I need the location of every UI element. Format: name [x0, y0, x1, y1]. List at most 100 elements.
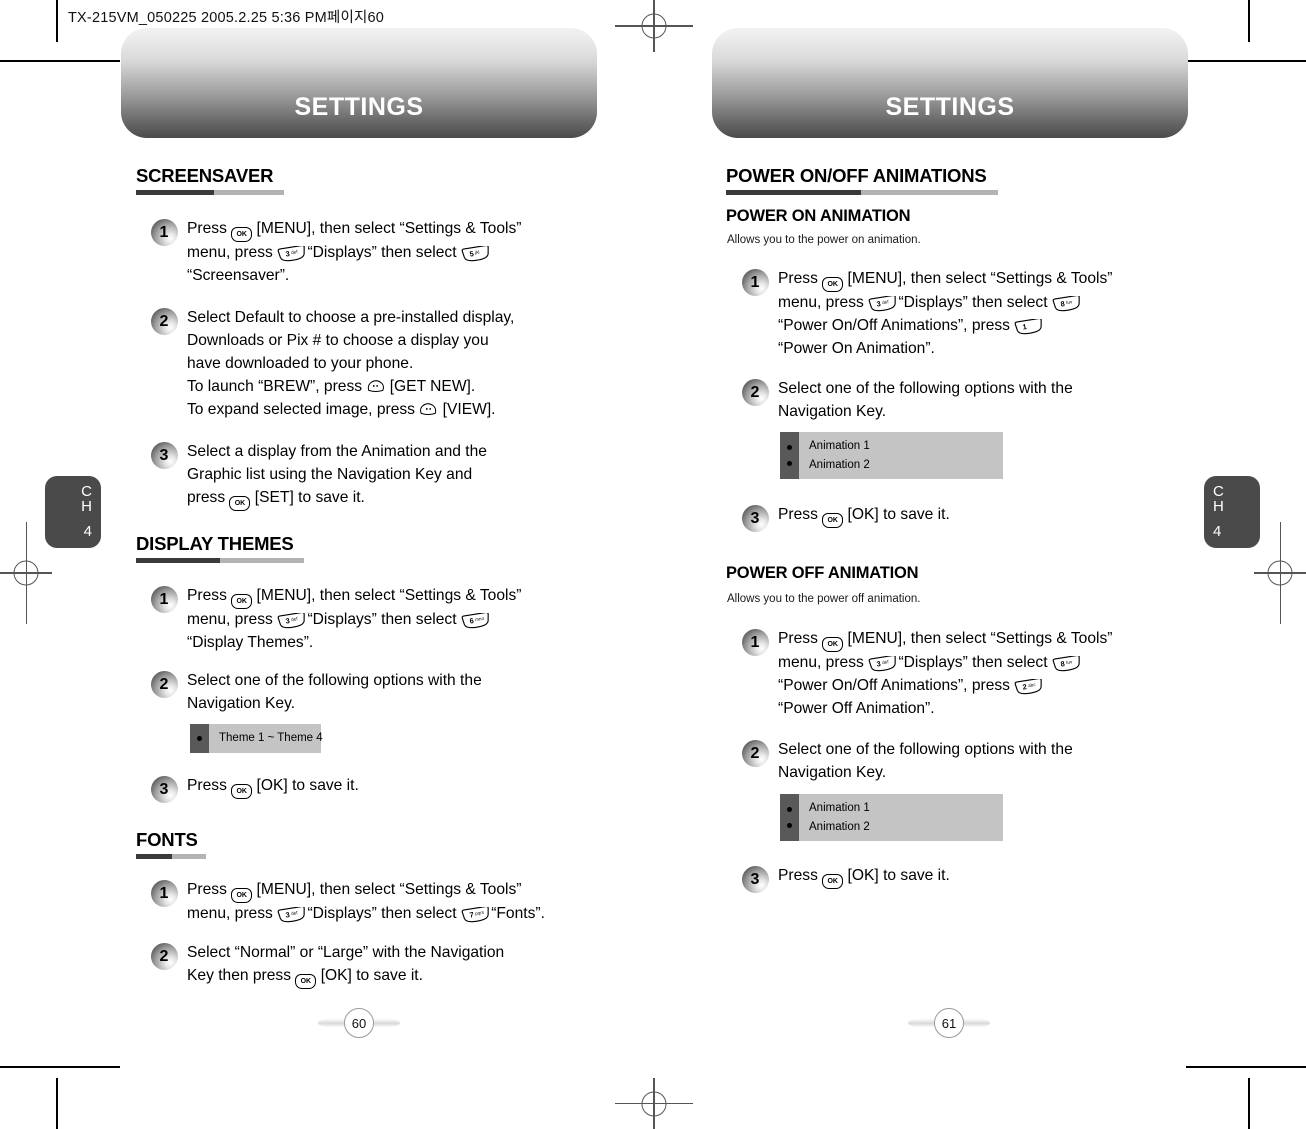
step-line: Select a display from the Animation and …	[187, 441, 487, 464]
registration-mark-top	[615, 0, 693, 52]
step-text: [MENU], then select “Settings & Tools”	[252, 587, 522, 604]
options-bullet-column	[780, 432, 799, 480]
chapter-tab-c: C	[81, 483, 92, 500]
step-text: Select Default to choose a pre-installed…	[187, 309, 515, 326]
step-line: Select one of the following options with…	[778, 378, 1073, 401]
step-text: Press	[778, 270, 823, 287]
step-number-badge: 3	[151, 776, 178, 803]
number-key-2-icon: 2 abc	[1014, 678, 1043, 695]
step-text: [GET NEW].	[385, 377, 476, 395]
step-number: 3	[750, 870, 760, 888]
step-text: Select a display from the Animation and …	[187, 443, 487, 460]
chapter-tab-c: C	[1213, 483, 1224, 500]
step-body: Press OK [OK] to save it.	[778, 504, 950, 528]
step-line: Select Default to choose a pre-installed…	[187, 307, 514, 330]
step-line: “Power On/Off Animations”, press 1	[778, 315, 1112, 338]
step-line: Press OK [OK] to save it.	[187, 775, 359, 799]
instruction-step: 3 Press OK [OK] to save it.	[742, 504, 950, 532]
crop-mark-bottom-left-h	[0, 1066, 120, 1068]
step-line: Select one of the following options with…	[187, 670, 482, 693]
step-line: To launch “BREW”, press [GET NEW].	[187, 376, 514, 399]
step-line: Press OK [MENU], then select “Settings &…	[778, 628, 1112, 652]
section-heading-rule	[136, 853, 206, 859]
page-number-value: 60	[344, 1008, 374, 1038]
step-text: Press	[187, 587, 232, 604]
step-body: Press OK [MENU], then select “Settings &…	[778, 628, 1112, 721]
right-soft-key-icon	[419, 402, 438, 417]
step-line: “Screensaver”.	[187, 265, 521, 288]
instruction-step: 3 Select a display from the Animation and…	[151, 441, 487, 511]
option-item[interactable]: Animation 2	[809, 818, 992, 837]
subsection-title: POWER OFF ANIMATION	[726, 564, 919, 582]
step-text: Press	[187, 777, 232, 794]
left-page-banner: SETTINGS	[121, 28, 597, 138]
step-text: “Displays” then select	[303, 611, 461, 628]
step-text: Press	[778, 506, 823, 523]
step-number-badge: 1	[151, 880, 178, 907]
instruction-step: 1 Press OK [MENU], then select “Settings …	[742, 268, 1112, 361]
step-text: Press	[187, 220, 232, 237]
step-number-badge: 2	[742, 379, 769, 406]
step-number: 1	[159, 223, 169, 241]
step-text: Downloads or Pix # to choose a display y…	[187, 331, 489, 349]
step-number: 2	[159, 675, 169, 693]
step-text: “Power On/Off Animations”, press	[778, 676, 1015, 694]
options-items: Animation 1 Animation 2	[799, 432, 1003, 480]
step-text: Press	[778, 867, 823, 884]
number-key-7-icon: 7 pqrs	[461, 907, 489, 923]
section-heading: FONTS	[136, 830, 206, 859]
step-line: Press OK [OK] to save it.	[778, 504, 950, 528]
ok-key-icon: OK	[822, 874, 844, 889]
step-text: press	[187, 488, 230, 506]
step-line: menu, press 3 def “Displays” then select …	[778, 292, 1112, 315]
rule-dark	[136, 189, 214, 195]
option-bullet-icon	[787, 461, 792, 467]
step-body: Select Default to choose a pre-installed…	[187, 307, 514, 422]
page-number-wing-left	[908, 1018, 936, 1028]
number-key-8-icon: 8 tuv	[1052, 656, 1080, 672]
option-item[interactable]: Animation 2	[809, 456, 992, 475]
section-heading-label: SCREENSAVER	[136, 165, 274, 186]
number-key-1-icon: 1	[1014, 318, 1043, 335]
step-body: Select a display from the Animation and …	[187, 441, 487, 511]
instruction-step: 2 Select one of the following options wit…	[742, 739, 1073, 785]
step-body: Press OK [OK] to save it.	[187, 775, 359, 799]
step-text: [OK] to save it.	[252, 777, 359, 794]
step-text: “Display Themes”.	[187, 633, 314, 651]
ok-key-icon: OK	[822, 513, 844, 528]
step-body: Press OK [MENU], then select “Settings &…	[778, 268, 1112, 361]
number-key-3-icon: 3 def	[277, 613, 305, 629]
step-line: have downloaded to your phone.	[187, 353, 514, 376]
chapter-tab-h: H	[1213, 498, 1224, 515]
step-number-badge: 1	[742, 269, 769, 296]
step-number-badge: 3	[742, 505, 769, 532]
instruction-step: 3 Press OK [OK] to save it.	[151, 775, 359, 803]
step-text: [VIEW].	[438, 400, 496, 418]
step-number: 2	[159, 947, 169, 965]
section-heading-rule	[136, 189, 284, 195]
option-item[interactable]: Animation 1	[809, 437, 992, 456]
step-line: menu, press 3 def “Displays” then select …	[187, 609, 521, 632]
option-item[interactable]: Animation 1	[809, 799, 992, 818]
crop-mark-top-left-v	[56, 0, 58, 42]
ok-key-icon: OK	[822, 277, 844, 292]
rule-dark	[726, 189, 861, 195]
step-text: “Screensaver”.	[187, 266, 290, 284]
crop-mark-top-left-h	[0, 60, 120, 62]
step-line: “Display Themes”.	[187, 632, 521, 655]
step-line: Press OK [OK] to save it.	[778, 865, 950, 889]
step-text: [OK] to save it.	[843, 867, 950, 884]
step-text: “Displays” then select	[894, 294, 1052, 311]
right-page-banner-title: SETTINGS	[885, 93, 1015, 121]
step-text: “Power On Animation”.	[778, 339, 935, 357]
step-body: Press OK [MENU], then select “Settings &…	[187, 585, 521, 655]
page-number-wing-right	[962, 1018, 990, 1028]
step-text: Graphic list using the Navigation Key an…	[187, 465, 473, 483]
options-list: Animation 1 Animation 2	[780, 794, 1003, 842]
step-number-badge: 2	[742, 740, 769, 767]
step-line: Press OK [MENU], then select “Settings &…	[187, 879, 545, 903]
step-number-badge: 1	[742, 629, 769, 656]
step-number: 3	[750, 509, 760, 527]
option-item[interactable]: Theme 1 ~ Theme 4	[219, 729, 323, 748]
instruction-step: 1 Press OK [MENU], then select “Settings …	[151, 218, 521, 288]
